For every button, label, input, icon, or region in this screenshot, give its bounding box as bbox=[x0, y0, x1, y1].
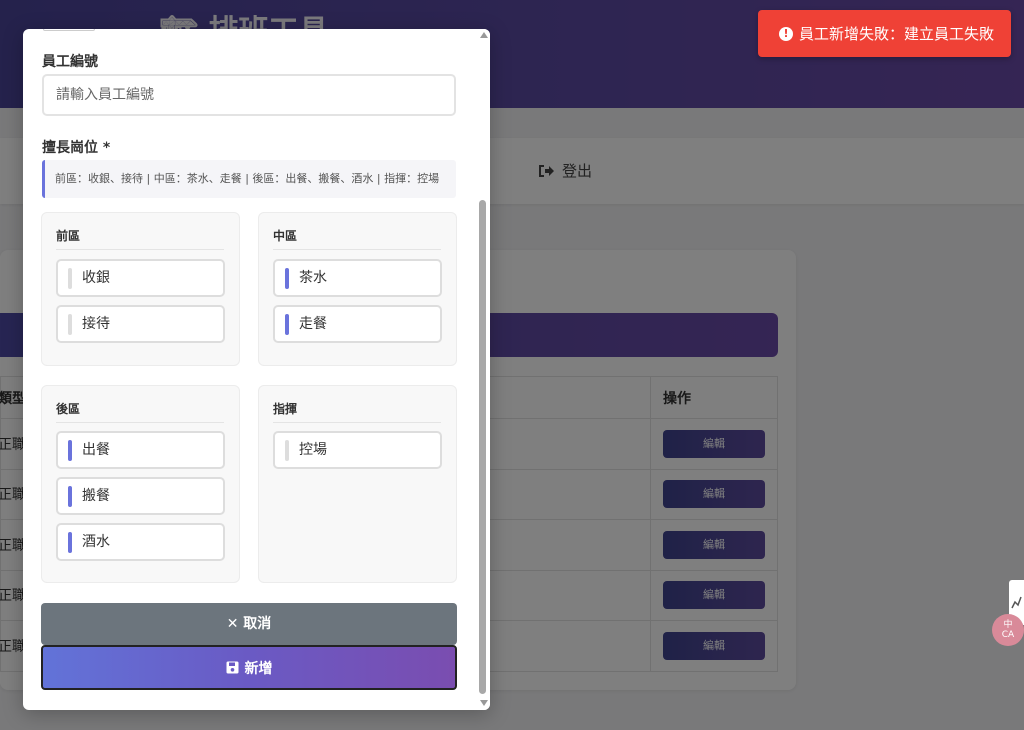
employee-id-label: 員工編號 bbox=[42, 54, 98, 70]
translate-badge[interactable]: 中 CA bbox=[992, 614, 1024, 646]
group-command: 指揮 控場 bbox=[258, 385, 457, 583]
position-chip-cashier[interactable]: 收銀 bbox=[56, 259, 225, 297]
save-icon bbox=[226, 661, 238, 674]
group-back: 後區 出餐 搬餐 酒水 bbox=[41, 385, 240, 583]
group-middle: 中區 茶水 走餐 bbox=[258, 212, 457, 366]
position-chip-reception[interactable]: 接待 bbox=[56, 305, 225, 343]
group-title: 前區 bbox=[56, 229, 81, 243]
position-chip-drinks[interactable]: 酒水 bbox=[56, 523, 225, 561]
position-chip-tea[interactable]: 茶水 bbox=[273, 259, 442, 297]
toast-message: 員工新增失敗：建立員工失敗 bbox=[799, 25, 995, 43]
employee-id-input[interactable] bbox=[42, 74, 456, 116]
chart-icon bbox=[1011, 596, 1022, 609]
add-button[interactable]: 新增 bbox=[41, 645, 457, 690]
close-icon: ✕ bbox=[226, 616, 239, 632]
positions-hint: 前區：收銀、接待 | 中區：茶水、走餐 | 後區：出餐、搬餐、酒水 | 指揮：控… bbox=[42, 160, 456, 198]
position-chip-clear[interactable]: 搬餐 bbox=[56, 477, 225, 515]
alert-icon: ! bbox=[779, 26, 793, 41]
group-front: 前區 收銀 接待 bbox=[41, 212, 240, 366]
positions-label: 擅長崗位 * bbox=[42, 140, 111, 156]
group-title: 後區 bbox=[56, 402, 81, 416]
position-chip-serve[interactable]: 出餐 bbox=[56, 431, 225, 469]
error-toast: ! 員工新增失敗：建立員工失敗 bbox=[758, 10, 1011, 57]
scroll-up-arrow[interactable] bbox=[480, 32, 488, 38]
position-chip-runner[interactable]: 走餐 bbox=[273, 305, 442, 343]
scroll-thumb[interactable] bbox=[479, 200, 486, 694]
scrolled-content-edge bbox=[43, 29, 95, 31]
position-chip-floor-control[interactable]: 控場 bbox=[273, 431, 442, 469]
scroll-down-arrow[interactable] bbox=[480, 700, 488, 706]
group-title: 中區 bbox=[273, 229, 298, 243]
cancel-button[interactable]: ✕ 取消 bbox=[41, 603, 457, 645]
add-employee-modal: 員工編號 擅長崗位 * 前區：收銀、接待 | 中區：茶水、走餐 | 後區：出餐、… bbox=[23, 29, 490, 710]
group-title: 指揮 bbox=[273, 402, 298, 416]
